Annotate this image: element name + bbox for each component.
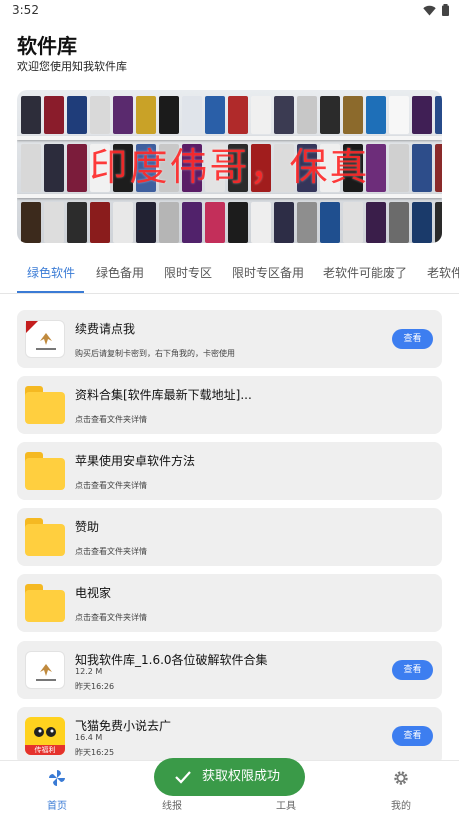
app-logo-icon — [25, 651, 65, 689]
item-badge: 传福利 — [25, 745, 65, 755]
nav-mine[interactable]: 我的 — [344, 761, 458, 817]
toast-text: 获取权限成功 — [202, 769, 281, 784]
item-title: 飞猫免费小说去广 — [75, 719, 172, 733]
nav-label: 线报 — [162, 801, 182, 812]
status-bar: 3:52 — [0, 0, 459, 22]
promo-banner[interactable]: 印度伟哥，保真 — [17, 90, 442, 243]
item-title: 知我软件库_1.6.0各位破解软件合集 — [75, 653, 268, 667]
toast-message: 获取权限成功 — [154, 758, 305, 796]
nav-label: 工具 — [276, 801, 296, 812]
view-button[interactable]: 查看 — [392, 660, 433, 680]
item-size: 12.2 M — [75, 667, 103, 676]
app-logo-icon — [25, 320, 65, 358]
folder-icon — [25, 518, 65, 556]
battery-icon — [442, 4, 449, 16]
list-item[interactable]: 传福利 飞猫免费小说去广 16.4 M 昨天16:25 查看 — [17, 707, 442, 765]
folder-icon — [25, 386, 65, 424]
list-item[interactable]: 续费请点我 购买后请复制卡密到，右下角我的，卡密使用 查看 — [17, 310, 442, 368]
tab-old-software-deprecated[interactable]: 老软件可能废了 — [323, 264, 407, 281]
item-title: 续费请点我 — [75, 322, 136, 336]
item-description: 点击查看文件夹详情 — [75, 547, 147, 556]
banner-shelf-bottom — [17, 202, 442, 243]
item-title: 赞助 — [75, 520, 100, 534]
view-button[interactable]: 查看 — [392, 329, 433, 349]
item-title: 苹果使用安卓软件方法 — [75, 454, 196, 468]
list-item[interactable]: 赞助 点击查看文件夹详情 — [17, 508, 442, 566]
item-title: 电视家 — [75, 586, 112, 600]
item-size: 16.4 M — [75, 733, 103, 742]
banner-shelf-top — [17, 96, 442, 134]
folder-icon — [25, 584, 65, 622]
nav-label: 首页 — [47, 801, 67, 812]
cat-app-icon: 传福利 — [25, 717, 65, 755]
tab-green-software[interactable]: 绿色软件 — [27, 264, 75, 281]
item-description: 点击查看文件夹详情 — [75, 481, 147, 490]
item-title: 资料合集[软件库最新下载地址]... — [75, 388, 252, 402]
item-description: 购买后请复制卡密到，右下角我的，卡密使用 — [75, 349, 235, 358]
tab-limited-zone[interactable]: 限时专区 — [164, 264, 212, 281]
item-time: 昨天16:26 — [75, 682, 115, 691]
folder-icon — [25, 452, 65, 490]
status-icons — [423, 4, 449, 16]
list-item[interactable]: 苹果使用安卓软件方法 点击查看文件夹详情 — [17, 442, 442, 500]
list-item[interactable]: 知我软件库_1.6.0各位破解软件合集 12.2 M 昨天16:26 查看 — [17, 641, 442, 699]
nav-home[interactable]: 首页 — [0, 761, 114, 817]
list-item[interactable]: 资料合集[软件库最新下载地址]... 点击查看文件夹详情 — [17, 376, 442, 434]
check-icon — [175, 771, 191, 784]
category-tabs: 绿色软件 绿色备用 限时专区 限时专区备用 老软件可能废了 老软件 — [0, 258, 459, 294]
page-title: 软件库 — [17, 34, 77, 58]
banner-shelf-edge — [17, 194, 442, 198]
tab-green-backup[interactable]: 绿色备用 — [96, 264, 144, 281]
banner-overlay-text: 印度伟哥，保真 — [89, 145, 370, 189]
wifi-icon — [423, 5, 436, 15]
gear-icon — [394, 771, 408, 785]
tab-old-software[interactable]: 老软件 — [427, 264, 459, 281]
status-time: 3:52 — [12, 3, 39, 17]
item-description: 点击查看文件夹详情 — [75, 415, 147, 424]
tab-active-indicator — [17, 291, 84, 293]
item-time: 昨天16:25 — [75, 748, 115, 757]
list-item[interactable]: 电视家 点击查看文件夹详情 — [17, 574, 442, 632]
view-button[interactable]: 查看 — [392, 726, 433, 746]
tab-limited-zone-backup[interactable]: 限时专区备用 — [232, 264, 304, 281]
page-subtitle: 欢迎您使用知我软件库 — [17, 60, 127, 73]
item-description: 点击查看文件夹详情 — [75, 613, 147, 622]
nav-label: 我的 — [391, 801, 411, 812]
pinwheel-icon — [49, 770, 65, 786]
